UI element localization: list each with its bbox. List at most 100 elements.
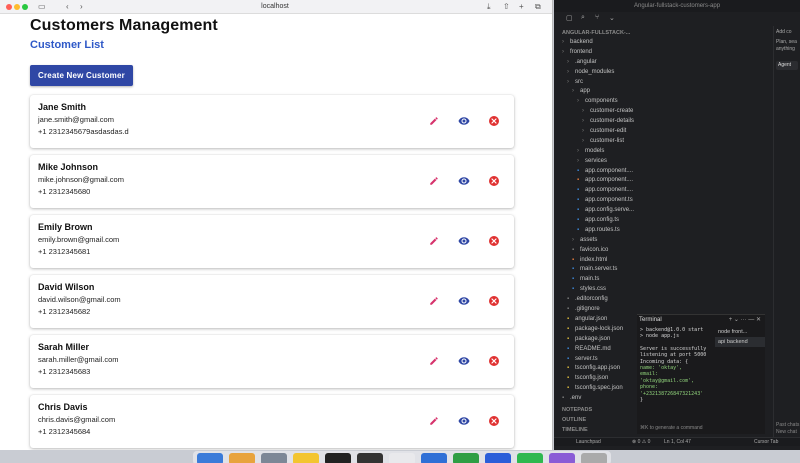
tree-folder[interactable]: › src — [562, 78, 637, 88]
explorer-root[interactable]: ANGULAR-FULLSTACK-... — [562, 30, 637, 36]
pencil-icon[interactable] — [427, 354, 440, 367]
close-circle-icon[interactable] — [487, 354, 500, 367]
tree-file[interactable]: ▪ app.component.... — [562, 167, 637, 177]
terminal-controls-icon[interactable]: + ⌄ ··· — ✕ — [729, 315, 761, 325]
launchpad-icon[interactable] — [229, 453, 255, 463]
tabs-overview-icon[interactable]: ⧉ — [535, 2, 541, 12]
cursor-app-icon[interactable] — [357, 453, 383, 463]
close-circle-icon[interactable] — [487, 294, 500, 307]
eye-icon[interactable] — [457, 174, 470, 187]
tree-file[interactable]: ▪ tsconfig.json — [562, 374, 637, 384]
tree-folder[interactable]: › customer-create — [562, 107, 637, 117]
share-icon[interactable]: ⇧ — [503, 2, 510, 12]
terminal-title[interactable]: Terminal — [639, 317, 662, 323]
search-icon[interactable]: ⌕ — [581, 14, 585, 22]
tree-file[interactable]: ▪ tsconfig.spec.json — [562, 384, 637, 394]
tree-file[interactable]: ▪ .editorconfig — [562, 295, 637, 305]
finder-icon[interactable] — [197, 453, 223, 463]
new-chat-link[interactable]: New chat — [776, 429, 799, 436]
terminal-tab-backend[interactable]: api backend — [715, 337, 765, 347]
address-bar[interactable]: localhost — [150, 2, 400, 12]
tree-file[interactable]: ▪ angular.json — [562, 315, 637, 325]
cursor-tab-status[interactable]: Cursor Tab — [754, 438, 778, 446]
pencil-icon[interactable] — [427, 234, 440, 247]
terminal-output[interactable]: > backend@1.0.0 start > node app.js Server… — [637, 325, 713, 405]
tree-folder[interactable]: › customer-details — [562, 117, 637, 127]
tree-file[interactable]: ▪ app.component.ts — [562, 196, 637, 206]
tree-folder[interactable]: › services — [562, 157, 637, 167]
section-timeline[interactable]: TIMELINE — [562, 427, 637, 437]
source-control-icon[interactable]: ⑂ — [595, 14, 599, 21]
minimize-window-button[interactable] — [14, 4, 20, 10]
zoom-window-button[interactable] — [22, 4, 28, 10]
eye-icon[interactable] — [457, 294, 470, 307]
chat-input-placeholder-2[interactable]: anything — [776, 46, 798, 53]
trash-icon[interactable] — [581, 453, 607, 463]
pencil-icon[interactable] — [427, 294, 440, 307]
eye-icon[interactable] — [457, 354, 470, 367]
chevron-down-icon[interactable]: ⌄ — [609, 14, 615, 22]
create-customer-button[interactable]: Create New Customer — [30, 65, 133, 86]
add-context-button[interactable]: Add co — [776, 29, 798, 36]
terminal-tab-frontend[interactable]: node front... — [715, 327, 765, 337]
tree-folder[interactable]: › assets — [562, 236, 637, 246]
tree-file[interactable]: ▪ .env — [562, 394, 637, 404]
tree-file[interactable]: ▪ package-lock.json — [562, 325, 637, 335]
pencil-icon[interactable] — [427, 414, 440, 427]
new-tab-icon[interactable]: + — [519, 2, 524, 12]
past-chats-link[interactable]: Past chats — [776, 422, 799, 429]
tree-file[interactable]: ▪ server.ts — [562, 355, 637, 365]
tree-file[interactable]: ▪ main.server.ts — [562, 265, 637, 275]
tree-file[interactable]: ▪ app.routes.ts — [562, 226, 637, 236]
tree-file[interactable]: ▪ .gitignore — [562, 305, 637, 315]
tree-file[interactable]: ▪ favicon.ico — [562, 246, 637, 256]
tree-folder[interactable]: › backend — [562, 38, 637, 48]
tree-file[interactable]: ▪ styles.css — [562, 285, 637, 295]
tree-folder[interactable]: › models — [562, 147, 637, 157]
tree-folder[interactable]: › .angular — [562, 58, 637, 68]
tree-file[interactable]: ▪ README.md — [562, 345, 637, 355]
section-notepads[interactable]: NOTEPADS — [562, 407, 637, 417]
eye-icon[interactable] — [457, 414, 470, 427]
tree-file[interactable]: ▪ app.config.serve... — [562, 206, 637, 216]
pencil-icon[interactable] — [427, 174, 440, 187]
back-icon[interactable]: ‹ — [66, 2, 69, 12]
tree-folder[interactable]: › customer-edit — [562, 127, 637, 137]
close-circle-icon[interactable] — [487, 174, 500, 187]
forward-icon[interactable]: › — [80, 2, 83, 12]
close-window-button[interactable] — [6, 4, 12, 10]
download-icon[interactable]: ⤓ — [487, 2, 491, 12]
tree-folder[interactable]: › frontend — [562, 48, 637, 58]
section-outline[interactable]: OUTLINE — [562, 417, 637, 427]
tree-folder[interactable]: › node_modules — [562, 68, 637, 78]
close-circle-icon[interactable] — [487, 234, 500, 247]
notes-icon[interactable] — [293, 453, 319, 463]
eye-icon[interactable] — [457, 234, 470, 247]
tree-file[interactable]: ▪ package.json — [562, 335, 637, 345]
problems-status[interactable]: ⊗ 0 ⚠ 0 — [632, 438, 650, 446]
sidebar-icon[interactable]: ▭ — [38, 2, 46, 12]
terminal-icon[interactable] — [325, 453, 351, 463]
excel-icon[interactable] — [453, 453, 479, 463]
files-icon[interactable]: ▢ — [566, 14, 573, 22]
tree-file[interactable]: ▪ tsconfig.app.json — [562, 364, 637, 374]
tree-folder[interactable]: › customer-list — [562, 137, 637, 147]
tree-folder[interactable]: › app — [562, 87, 637, 97]
settings-icon[interactable] — [261, 453, 287, 463]
close-circle-icon[interactable] — [487, 414, 500, 427]
tree-file[interactable]: ▪ app.component.... — [562, 186, 637, 196]
cursor-position-status[interactable]: Ln 1, Col 47 — [664, 438, 691, 446]
pencil-icon[interactable] — [427, 114, 440, 127]
tree-file[interactable]: ▪ app.config.ts — [562, 216, 637, 226]
eye-icon[interactable] — [457, 114, 470, 127]
tree-file[interactable]: ▪ app.component.... — [562, 176, 637, 186]
tree-folder[interactable]: › components — [562, 97, 637, 107]
slack-icon[interactable] — [549, 453, 575, 463]
messages-icon[interactable] — [517, 453, 543, 463]
agent-mode-button[interactable]: Agent — [776, 61, 798, 70]
app-store-icon[interactable] — [485, 453, 511, 463]
tree-file[interactable]: ▪ main.ts — [562, 275, 637, 285]
chat-input-placeholder-1[interactable]: Plan, sea — [776, 39, 798, 46]
close-circle-icon[interactable] — [487, 114, 500, 127]
vscode-icon[interactable] — [421, 453, 447, 463]
